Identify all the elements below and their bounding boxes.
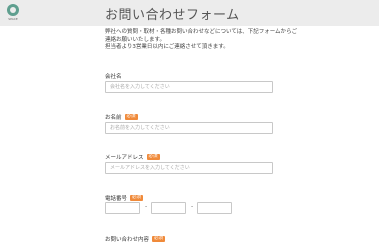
inquiry-label-text: お問い合わせ内容 (105, 237, 150, 243)
name-label: お名前 必須 (105, 113, 138, 121)
logo-icon (7, 4, 19, 16)
required-badge: 必須 (146, 154, 160, 160)
name-field[interactable] (105, 122, 273, 134)
company-field[interactable] (105, 81, 273, 93)
phone-separator: - (191, 203, 194, 210)
company-logo[interactable]: SPACE (4, 4, 22, 22)
inquiry-label: お問い合わせ内容 必須 (105, 235, 166, 243)
email-field[interactable] (105, 162, 273, 174)
intro-line: 弊社への質問・取材・各種お問い合わせなどについては、下記フォームからご (105, 29, 298, 35)
company-label: 会社名 (105, 72, 122, 80)
logo-text: SPACE (8, 17, 18, 21)
header-bar: SPACE お問い合わせフォーム (0, 0, 379, 26)
intro-line: 連絡お願いいたします。 (105, 36, 165, 43)
intro-text: 弊社への質問・取材・各種お問い合わせなどについては、下記フォームからご 連絡お願… (105, 29, 375, 52)
required-badge: 必須 (130, 195, 144, 201)
phone-separator: - (145, 203, 148, 210)
required-badge: 必須 (152, 236, 166, 242)
email-label-text: メールアドレス (105, 155, 144, 161)
phone-label: 電話番号 必須 (105, 194, 144, 202)
company-label-text: 会社名 (105, 74, 122, 80)
phone-field-1[interactable] (105, 202, 140, 214)
phone-field-2[interactable] (151, 202, 186, 214)
phone-label-text: 電話番号 (105, 196, 128, 202)
intro-line: 担当者より3営業日以内にご連絡させて頂きます。 (105, 44, 229, 50)
email-label: メールアドレス 必須 (105, 153, 160, 161)
name-label-text: お名前 (105, 115, 122, 121)
phone-field-3[interactable] (197, 202, 232, 214)
page-title: お問い合わせフォーム (105, 8, 240, 23)
required-badge: 必須 (124, 114, 138, 120)
